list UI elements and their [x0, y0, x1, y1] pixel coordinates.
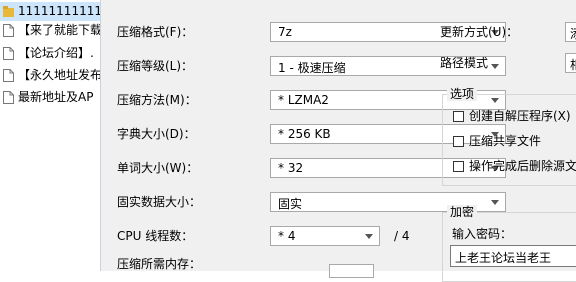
update-mode-value: 添	[570, 25, 576, 41]
memory-usage-field	[329, 264, 374, 278]
chevron-down-icon	[491, 64, 499, 69]
file-name: 11111111111	[18, 4, 100, 18]
level-label: 压缩等级(L)：	[117, 59, 194, 73]
threads-total: / 4	[394, 229, 410, 243]
dict-value: * 256 KB	[278, 127, 331, 141]
compress-settings-dialog: 压缩格式(F)： 7z 压缩等级(L)： 1 - 极速压缩 压缩方法(M)： *…	[101, 0, 576, 282]
word-value: * 32	[278, 161, 304, 175]
folder-icon	[3, 6, 14, 17]
file-name: 【来了就能下载	[18, 23, 100, 37]
format-label: 压缩格式(F)：	[117, 25, 194, 39]
path-mode-label: 路径模式	[440, 56, 489, 70]
word-label: 单词大小(W)：	[117, 161, 199, 175]
solid-label: 固实数据大小：	[117, 195, 202, 209]
file-icon	[3, 47, 14, 60]
file-name: 【论坛介绍】.	[18, 46, 94, 60]
memory-label: 压缩所需内存：	[117, 257, 202, 271]
list-item[interactable]: 【永久地址发布	[0, 66, 100, 85]
file-icon	[3, 69, 14, 82]
file-icon	[3, 91, 14, 104]
sfx-label: 创建自解压程序(X)	[469, 109, 571, 123]
threads-label: CPU 线程数：	[117, 229, 194, 243]
list-item[interactable]: 11111111111	[0, 2, 100, 21]
dict-label: 字典大小(D)：	[117, 127, 196, 141]
password-label: 输入密码：	[452, 227, 513, 241]
file-list: 11111111111 【来了就能下载 【论坛介绍】. 【永久地址发布 最新地址…	[0, 0, 101, 271]
share-label: 压缩共享文件	[469, 134, 542, 148]
share-checkbox[interactable]	[453, 136, 464, 147]
sfx-checkbox[interactable]	[453, 111, 464, 122]
list-item[interactable]: 【来了就能下载	[0, 21, 100, 40]
delete-source-label: 操作完成后删除源文	[469, 159, 576, 173]
file-name: 【永久地址发布	[18, 68, 100, 82]
solid-value: 固实	[278, 197, 303, 211]
path-mode-select[interactable]: 相	[565, 53, 576, 73]
update-mode-label: 更新方式(U)：	[440, 25, 519, 39]
path-mode-value: 相	[570, 56, 576, 72]
method-value: * LZMA2	[278, 93, 329, 107]
file-name: 最新地址及AP	[18, 90, 94, 104]
method-label: 压缩方法(M)：	[117, 93, 197, 107]
format-value: 7z	[278, 25, 292, 39]
chevron-down-icon	[491, 200, 499, 205]
chevron-down-icon	[365, 234, 373, 239]
options-title: 选项	[447, 87, 478, 101]
update-mode-select[interactable]: 添	[565, 22, 576, 42]
threads-select[interactable]: * 4	[270, 226, 380, 246]
file-icon	[3, 24, 14, 37]
threads-value: * 4	[278, 229, 296, 243]
delete-source-checkbox[interactable]	[453, 161, 464, 172]
list-item[interactable]: 最新地址及AP	[0, 88, 100, 107]
encryption-title: 加密	[447, 205, 478, 219]
password-input[interactable]: 上老王论坛当老王	[450, 245, 576, 267]
list-item[interactable]: 【论坛介绍】.	[0, 44, 100, 63]
level-value: 1 - 极速压缩	[278, 61, 346, 75]
password-value: 上老王论坛当老王	[455, 251, 552, 265]
